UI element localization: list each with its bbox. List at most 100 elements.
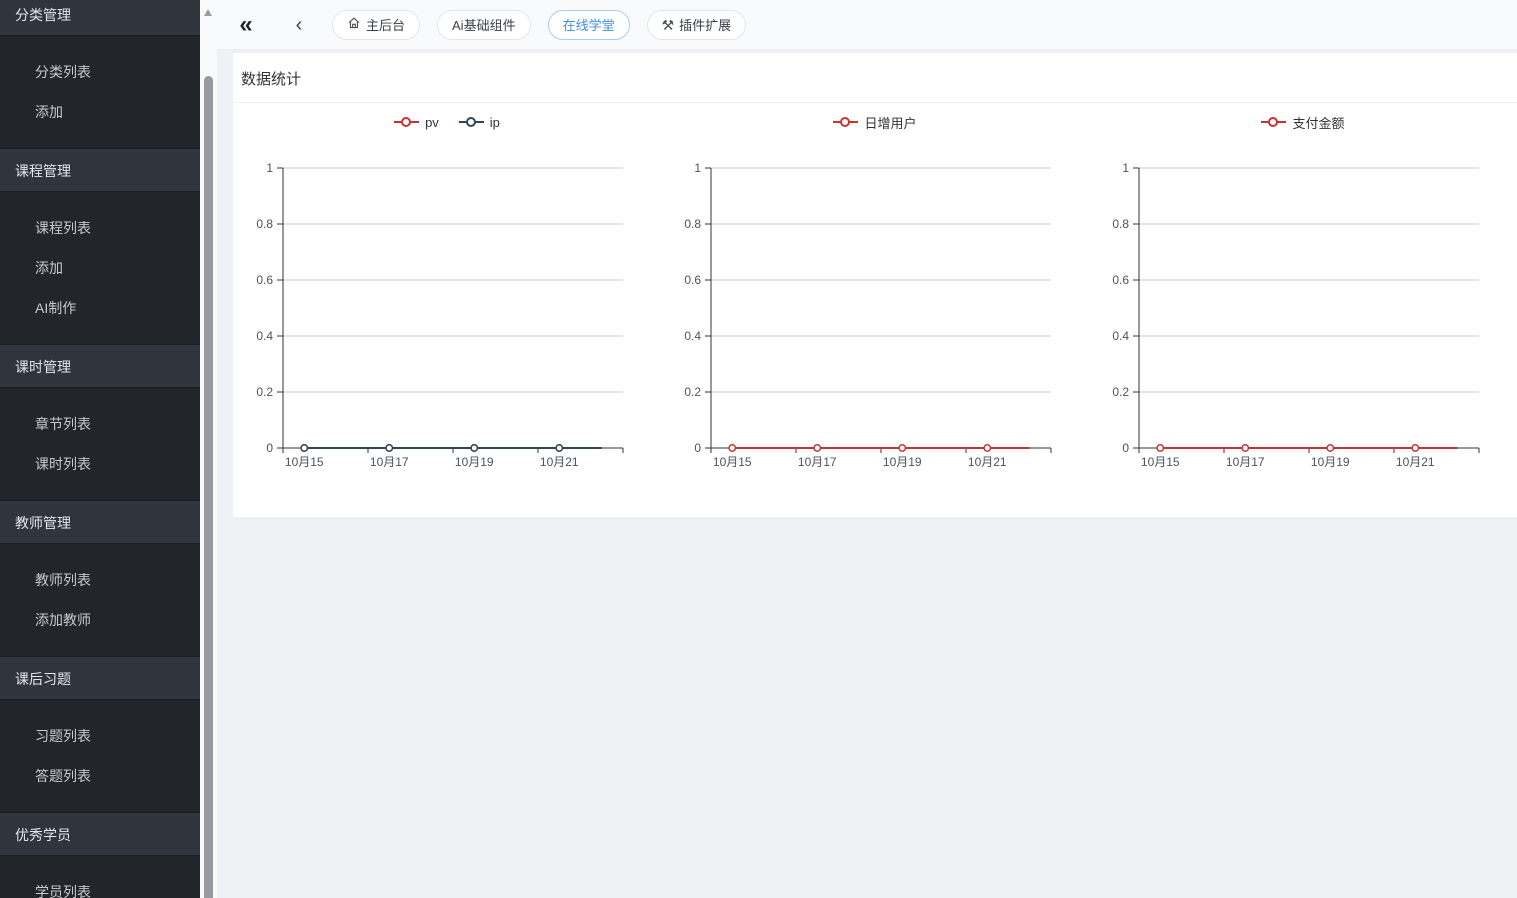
svg-text:10月19: 10月19	[883, 455, 922, 469]
sidebar-item[interactable]: 分类列表	[0, 52, 200, 92]
svg-text:0.4: 0.4	[256, 329, 273, 343]
tools-icon: ⚒	[662, 18, 675, 32]
tab-label: 插件扩展	[679, 15, 731, 34]
sidebar-item[interactable]: 添加	[0, 248, 200, 288]
svg-text:0: 0	[694, 441, 701, 455]
chart-panel: pv ip 0 0.2 0.4 0.6 0.8 1 10月15 10月17 10月19 10月21	[233, 103, 661, 483]
legend-circle	[840, 117, 850, 127]
sidebar-item[interactable]: 添加教师	[0, 600, 200, 640]
sidebar-item[interactable]: 课时列表	[0, 444, 200, 484]
chart-panel: 支付金额 0 0.2 0.4 0.6 0.8 1 10月15 10月17 10月19 10月21	[1089, 103, 1517, 483]
legend-label: pv	[425, 115, 439, 130]
legend-marker-icon	[394, 116, 419, 128]
chart-legend: pv ip	[233, 111, 661, 133]
svg-text:0: 0	[266, 441, 273, 455]
svg-text:10月21: 10月21	[968, 455, 1007, 469]
sidebar-group-header[interactable]: 课时管理	[0, 344, 200, 388]
svg-text:10月17: 10月17	[370, 455, 409, 469]
svg-text:0: 0	[1122, 441, 1129, 455]
legend-label: 支付金额	[1292, 113, 1344, 132]
svg-text:1: 1	[266, 161, 273, 175]
card-header: 数据统计	[233, 53, 1517, 103]
legend-item[interactable]: pv	[394, 115, 439, 130]
svg-text:10月21: 10月21	[1396, 455, 1435, 469]
sidebar-group-header[interactable]: 分类管理	[0, 0, 200, 36]
topbar-tabs: 主后台 Ai基础组件 在线学堂 ⚒ 插件扩展	[332, 10, 746, 40]
svg-text:0.8: 0.8	[684, 217, 701, 231]
svg-text:0.4: 0.4	[684, 329, 701, 343]
charts-row: pvip00.20.40.60.8110月1510月1710月1910月21日增…	[233, 103, 1517, 483]
chart-panel: 日增用户 0 0.2 0.4 0.6 0.8 1 10月15 10月17 10月19 10月21	[661, 103, 1089, 483]
tab-plugin[interactable]: ⚒ 插件扩展	[647, 10, 747, 40]
tab-ai-base[interactable]: Ai基础组件	[437, 10, 531, 40]
double-chevron-left-icon[interactable]: «	[233, 12, 259, 38]
legend-marker-icon	[1261, 116, 1286, 128]
sidebar-group-header[interactable]: 课后习题	[0, 656, 200, 700]
legend-label: ip	[490, 115, 500, 130]
main-area: « ‹ 主后台Ai基础组件在线学堂⚒插件扩展 数据统计 pvip00.20.40…	[217, 0, 1517, 898]
sidebar-item[interactable]: 学员列表	[0, 872, 200, 898]
line-chart: 0 0.2 0.4 0.6 0.8 1 10月15 10月17 10月19 10月21	[1089, 133, 1517, 483]
legend-item[interactable]: 支付金额	[1261, 113, 1344, 132]
tab-label: Ai基础组件	[452, 15, 516, 34]
tab-online-school[interactable]: 在线学堂	[548, 10, 630, 40]
svg-text:0.6: 0.6	[684, 273, 701, 287]
chevron-left-icon[interactable]: ‹	[290, 14, 308, 36]
sidebar-nav: 分类管理分类列表添加课程管理课程列表添加AI制作课时管理章节列表课时列表教师管理…	[0, 0, 200, 898]
tab-label: 在线学堂	[563, 15, 615, 34]
svg-text:10月17: 10月17	[1226, 455, 1265, 469]
legend-marker-icon	[833, 116, 858, 128]
legend-item[interactable]: 日增用户	[833, 113, 916, 132]
sidebar-group-header[interactable]: 教师管理	[0, 500, 200, 544]
svg-text:0.2: 0.2	[1112, 385, 1129, 399]
tab-home[interactable]: 主后台	[332, 10, 420, 40]
sidebar-scrollbar[interactable]	[200, 0, 217, 898]
chart-legend: 日增用户	[661, 111, 1089, 133]
svg-text:0.2: 0.2	[684, 385, 701, 399]
legend-marker-icon	[459, 116, 484, 128]
legend-circle	[401, 117, 411, 127]
legend-label: 日增用户	[864, 113, 916, 132]
sidebar-item[interactable]: 课程列表	[0, 208, 200, 248]
page-title: 数据统计	[241, 71, 301, 88]
sidebar-group-header[interactable]: 课程管理	[0, 148, 200, 192]
sidebar: 分类管理分类列表添加课程管理课程列表添加AI制作课时管理章节列表课时列表教师管理…	[0, 0, 200, 898]
legend-circle	[466, 117, 476, 127]
sidebar-group-block: 课程列表添加AI制作	[0, 192, 200, 344]
svg-text:10月17: 10月17	[798, 455, 837, 469]
sidebar-item[interactable]: 教师列表	[0, 560, 200, 600]
svg-text:0.8: 0.8	[1112, 217, 1129, 231]
sidebar-item[interactable]: 章节列表	[0, 404, 200, 444]
sidebar-item[interactable]: 答题列表	[0, 756, 200, 796]
sidebar-group-block: 教师列表添加教师	[0, 544, 200, 656]
legend-item[interactable]: ip	[459, 115, 500, 130]
sidebar-group-block: 学员列表	[0, 856, 200, 898]
topbar: « ‹ 主后台 Ai基础组件 在线学堂 ⚒ 插件扩展	[217, 0, 1517, 50]
svg-text:1: 1	[1122, 161, 1129, 175]
scrollbar-thumb[interactable]	[204, 76, 213, 898]
svg-text:10月15: 10月15	[1141, 455, 1180, 469]
scroll-up-arrow-icon[interactable]	[204, 9, 212, 16]
legend-circle	[1268, 117, 1278, 127]
sidebar-item[interactable]: 添加	[0, 92, 200, 132]
svg-text:0.8: 0.8	[256, 217, 273, 231]
svg-text:10月19: 10月19	[455, 455, 494, 469]
svg-text:0.2: 0.2	[256, 385, 273, 399]
tab-label: 主后台	[366, 15, 405, 34]
chart-legend: 支付金额	[1089, 111, 1517, 133]
svg-text:10月19: 10月19	[1311, 455, 1350, 469]
stats-card: 数据统计 pvip00.20.40.60.8110月1510月1710月1910…	[233, 53, 1517, 517]
svg-text:10月15: 10月15	[713, 455, 752, 469]
svg-text:0.4: 0.4	[1112, 329, 1129, 343]
sidebar-group-header[interactable]: 优秀学员	[0, 812, 200, 856]
svg-text:10月15: 10月15	[285, 455, 324, 469]
svg-text:0.6: 0.6	[1112, 273, 1129, 287]
sidebar-item[interactable]: AI制作	[0, 288, 200, 328]
svg-text:1: 1	[694, 161, 701, 175]
svg-text:0.6: 0.6	[256, 273, 273, 287]
svg-text:10月21: 10月21	[540, 455, 579, 469]
line-chart: 0 0.2 0.4 0.6 0.8 1 10月15 10月17 10月19 10月21	[661, 133, 1089, 483]
home-icon	[347, 16, 361, 33]
sidebar-item[interactable]: 习题列表	[0, 716, 200, 756]
sidebar-group-block: 习题列表答题列表	[0, 700, 200, 812]
